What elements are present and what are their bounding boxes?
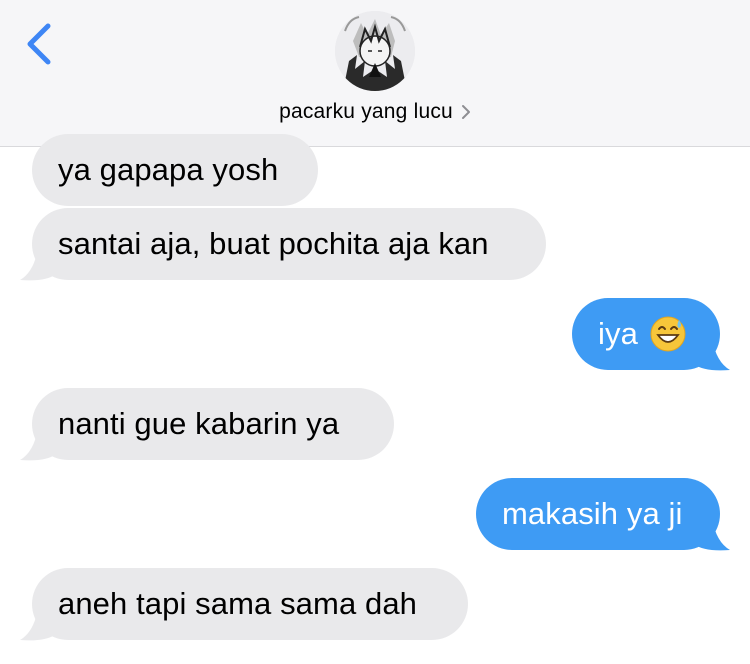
chevron-right-icon (461, 105, 470, 119)
message-text: makasih ya ji (502, 496, 683, 531)
back-chevron-icon[interactable] (22, 22, 56, 66)
bubble-tail-icon (694, 338, 730, 371)
contact-avatar[interactable] (335, 11, 415, 91)
grinning-face-with-sweat-emoji-icon (650, 316, 686, 352)
incoming-message-bubble[interactable]: aneh tapi sama sama dah (32, 568, 468, 640)
message-text: ya gapapa yosh (58, 152, 279, 187)
bubble-tail-icon (20, 428, 56, 461)
bubble-tail-icon (20, 608, 56, 641)
bubble-tail-icon (20, 248, 56, 281)
contact-name-row[interactable]: pacarku yang lucu (0, 97, 750, 127)
outgoing-message-bubble[interactable]: makasih ya ji (476, 478, 720, 550)
contact-name: pacarku yang lucu (279, 100, 453, 123)
avatar-illustration (335, 11, 415, 91)
message-text: nanti gue kabarin ya (58, 406, 340, 441)
message-text: iya (598, 316, 638, 351)
incoming-message-bubble[interactable]: santai aja, buat pochita aja kan (32, 208, 546, 280)
incoming-message-bubble[interactable]: nanti gue kabarin ya (32, 388, 394, 460)
message-text: aneh tapi sama sama dah (58, 586, 418, 621)
incoming-message-bubble[interactable]: ya gapapa yosh (32, 134, 318, 206)
bubble-tail-icon (694, 518, 730, 551)
conversation-header: pacarku yang lucu (0, 0, 750, 147)
message-text: santai aja, buat pochita aja kan (58, 226, 489, 261)
